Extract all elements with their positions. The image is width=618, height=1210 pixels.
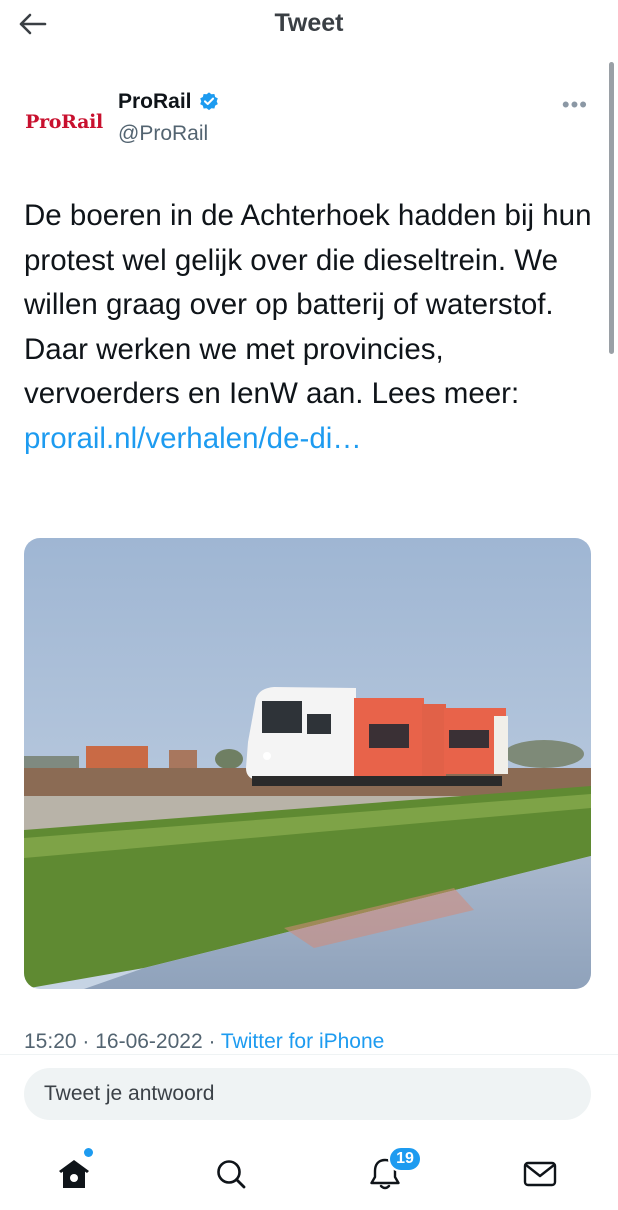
bottom-nav: 19 — [0, 1140, 618, 1210]
notifications-badge: 19 — [388, 1146, 422, 1172]
tweet-meta: 15:20 · 16-06-2022 · Twitter for iPhone — [24, 1030, 384, 1054]
author-name[interactable]: ProRail — [118, 90, 192, 114]
tweet-body: De boeren in de Achterhoek hadden bij hu… — [24, 199, 592, 410]
divider — [0, 1054, 618, 1055]
author-name-row: ProRail — [118, 90, 220, 114]
more-options-button[interactable]: ••• — [562, 92, 588, 118]
tweet-image[interactable] — [24, 538, 591, 989]
tweet-text: De boeren in de Achterhoek hadden bij hu… — [24, 194, 594, 461]
avatar[interactable]: ProRail — [20, 78, 108, 166]
messages-icon — [523, 1161, 557, 1187]
nav-home[interactable] — [50, 1150, 98, 1198]
nav-messages[interactable] — [516, 1150, 564, 1198]
tweet-source[interactable]: Twitter for iPhone — [221, 1030, 384, 1053]
search-icon — [217, 1160, 246, 1189]
more-horizontal-icon: ••• — [561, 92, 588, 117]
verified-badge-icon — [199, 92, 218, 111]
train-photo — [24, 538, 591, 989]
home-icon — [59, 1160, 89, 1188]
prorail-logo: ProRail — [25, 111, 103, 133]
author-handle[interactable]: @ProRail — [118, 122, 208, 146]
nav-search[interactable] — [207, 1150, 255, 1198]
reply-input[interactable]: Tweet je antwoord — [24, 1068, 591, 1120]
tweet-timestamp[interactable]: 15:20 · 16-06-2022 · — [24, 1030, 221, 1053]
tweet-link[interactable]: prorail.nl/verhalen/de-di… — [24, 422, 362, 455]
reply-placeholder: Tweet je antwoord — [44, 1082, 215, 1105]
home-notification-dot — [84, 1148, 93, 1157]
top-bar: Tweet — [0, 0, 618, 50]
page-title: Tweet — [274, 9, 344, 37]
scrollbar[interactable] — [609, 62, 614, 354]
